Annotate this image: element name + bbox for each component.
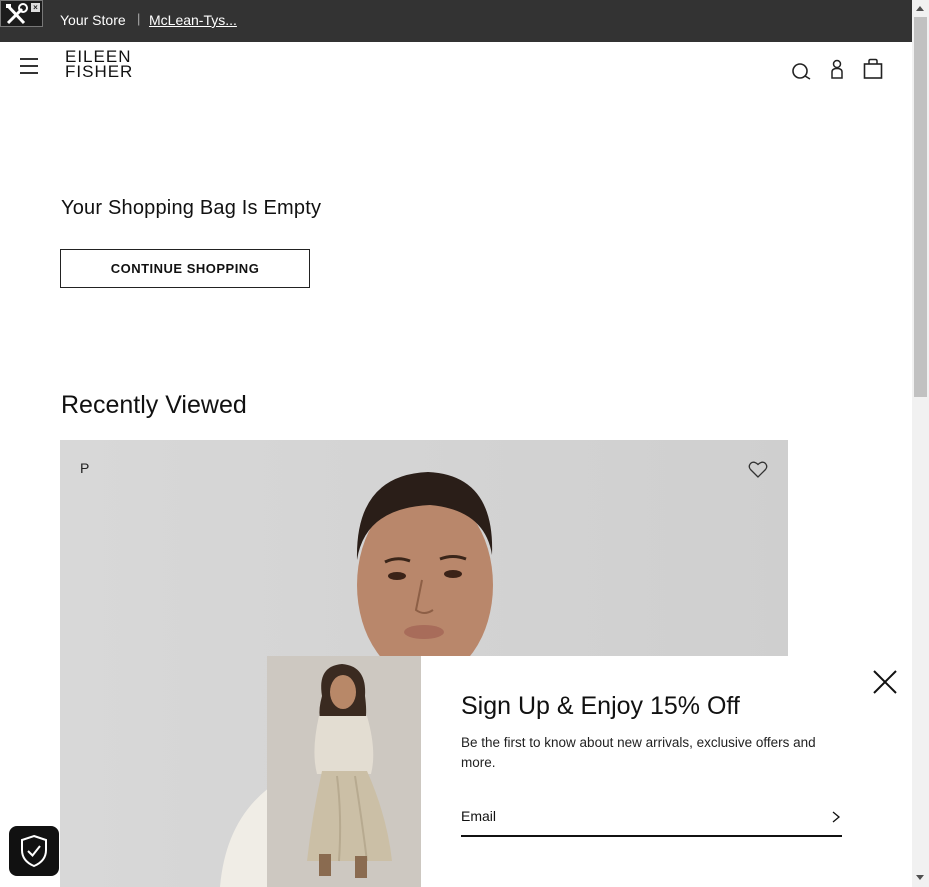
brand-logo[interactable]: EILEEN FISHER (65, 48, 134, 81)
logo-line-2: FISHER (65, 62, 134, 81)
popup-title: Sign Up & Enjoy 15% Off (461, 692, 740, 720)
vertical-scrollbar[interactable] (912, 0, 929, 887)
email-field[interactable]: Email (461, 804, 842, 837)
product-badge: P (80, 460, 90, 476)
scroll-thumb[interactable] (914, 17, 927, 397)
popup-model-image (267, 656, 421, 887)
close-icon[interactable] (872, 669, 898, 695)
security-badge[interactable] (9, 826, 59, 876)
store-link[interactable]: McLean-Tys... (149, 12, 237, 28)
search-icon[interactable] (791, 58, 813, 80)
signup-popup: Sign Up & Enjoy 15% Off Be the first to … (267, 656, 912, 887)
account-icon[interactable] (829, 58, 845, 80)
store-separator: | (137, 11, 141, 26)
popup-subtitle: Be the first to know about new arrivals,… (461, 735, 816, 770)
shield-check-icon (21, 834, 47, 868)
email-placeholder: Email (461, 808, 497, 824)
continue-shopping-button[interactable]: CONTINUE SHOPPING (60, 249, 310, 288)
heart-icon[interactable] (748, 460, 768, 479)
chevron-right-icon[interactable] (830, 810, 842, 824)
tools-icon (6, 3, 28, 25)
popup-photo (267, 656, 421, 887)
scroll-up-icon[interactable] (916, 6, 924, 11)
bag-icon[interactable] (863, 58, 883, 80)
scroll-down-icon[interactable] (916, 875, 924, 880)
empty-bag-title: Your Shopping Bag Is Empty (61, 197, 322, 219)
tools-close-icon[interactable]: × (31, 3, 40, 12)
menu-icon[interactable] (20, 58, 38, 74)
site-header: EILEEN FISHER (0, 42, 912, 98)
tools-badge[interactable]: × (0, 0, 43, 27)
store-bar: × Your Store | McLean-Tys... (0, 0, 912, 42)
recently-viewed-title: Recently Viewed (61, 391, 247, 419)
store-label: Your Store (60, 12, 126, 28)
